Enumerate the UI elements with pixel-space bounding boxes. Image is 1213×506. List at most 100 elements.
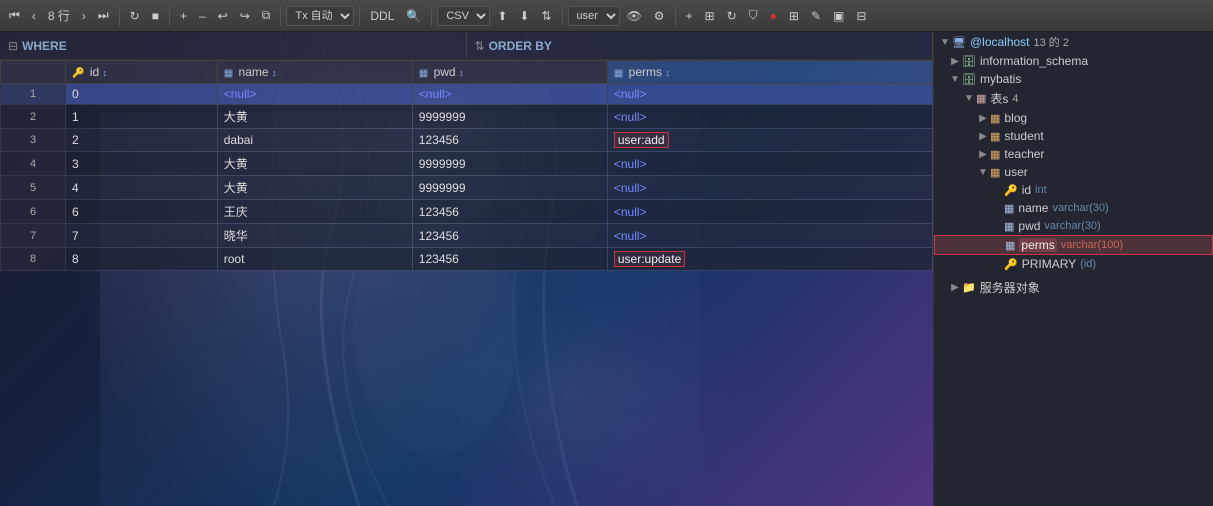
red-dot-button[interactable]: ● [765,7,782,25]
tree-col-name[interactable]: ▦ name varchar(30) [934,199,1213,217]
row-name-cell[interactable]: 晓华 [217,224,412,248]
col-pwd-label: pwd [434,65,456,79]
add-row-button[interactable]: + [175,7,192,25]
refresh3-button[interactable]: ↻ [722,7,742,25]
row-name-cell[interactable]: 大黄 [217,176,412,200]
row-pwd-cell[interactable]: 9999999 [412,105,607,129]
refresh-button[interactable]: ↻ [125,7,145,25]
row-id-cell[interactable]: 7 [66,224,218,248]
row-pwd-cell[interactable]: 123456 [412,248,607,271]
row-perms-cell[interactable]: <null> [607,176,932,200]
col-header-pwd[interactable]: ▦ pwd ↕ [412,61,607,84]
export-up-button[interactable]: ⬆ [492,7,512,25]
table-row[interactable]: 10<null><null><null> [1,84,933,105]
tree-teacher[interactable]: ▶ ▦ teacher [934,145,1213,163]
row-perms-cell[interactable]: <null> [607,200,932,224]
copy-button[interactable]: ⧉ [257,6,276,25]
tree-user[interactable]: ▼ ▦ user [934,163,1213,181]
row-id-cell[interactable]: 4 [66,176,218,200]
bookmark-button[interactable]: ⛉ [744,6,763,25]
table-row[interactable]: 32dabai123456user:add [1,129,933,152]
row-id-cell[interactable]: 3 [66,152,218,176]
row-pwd-cell[interactable]: 123456 [412,224,607,248]
tree-student[interactable]: ▶ ▦ student [934,127,1213,145]
is-toggle[interactable]: ▶ [948,56,962,67]
tree-mybatis[interactable]: ▼ 🗄 mybatis [934,70,1213,88]
stop-button[interactable]: ■ [147,7,164,25]
tx-dropdown[interactable]: Tx 自动 [286,6,354,26]
delete-row-button[interactable]: – [194,7,211,25]
row-id-cell[interactable]: 2 [66,129,218,152]
nav-next-button[interactable]: › [77,7,91,25]
row-perms-cell[interactable]: user:add [607,129,932,152]
undo-button[interactable]: ↩ [213,7,233,25]
data-table-container[interactable]: 🔑 id ↕ ▦ name ↕ ▦ pwd ↕ [0,60,933,506]
mybatis-toggle[interactable]: ▼ [948,74,962,85]
filter3-button[interactable]: ⊟ [851,7,871,25]
row-name-cell[interactable]: 王庆 [217,200,412,224]
row-name-cell[interactable]: <null> [217,84,412,105]
blog-toggle[interactable]: ▶ [976,113,990,124]
row-name-cell[interactable]: root [217,248,412,271]
nav-prev-button[interactable]: ‹ [27,7,41,25]
row-id-cell[interactable]: 0 [66,84,218,105]
row-id-cell[interactable]: 1 [66,105,218,129]
col-header-perms[interactable]: ▦ perms ↕ [607,61,932,84]
row-perms-cell[interactable]: <null> [607,152,932,176]
tables-toggle[interactable]: ▼ [962,93,976,104]
settings-button[interactable]: ⚙ [649,7,670,25]
table-row[interactable]: 21大黄9999999<null> [1,105,933,129]
row-perms-cell[interactable]: <null> [607,224,932,248]
tree-blog[interactable]: ▶ ▦ blog [934,109,1213,127]
user-toggle[interactable]: ▼ [976,167,990,178]
table-row[interactable]: 88root123456user:update [1,248,933,271]
row-pwd-cell[interactable]: 123456 [412,200,607,224]
csv-dropdown[interactable]: CSV [437,6,490,26]
filter-btn[interactable]: ⇅ [536,7,556,25]
plus2-button[interactable]: + [681,7,698,25]
eye-button[interactable]: 👁 [622,7,647,25]
image-button[interactable]: ▣ [828,7,849,25]
tree-tables-group[interactable]: ▼ ▦ 表s 4 [934,88,1213,109]
tree-col-pwd[interactable]: ▦ pwd varchar(30) [934,217,1213,235]
export-down-button[interactable]: ⬇ [514,7,534,25]
tree-host[interactable]: ▼ 🖥 @localhost 13 的 2 [934,32,1213,52]
tree-server-objects[interactable]: ▶ 📁 服务器对象 [934,277,1213,298]
table-row[interactable]: 54大黄9999999<null> [1,176,933,200]
table-row[interactable]: 43大黄9999999<null> [1,152,933,176]
tree-col-id[interactable]: 🔑 id int [934,181,1213,199]
row-name-cell[interactable]: 大黄 [217,152,412,176]
row-id-cell[interactable]: 8 [66,248,218,271]
ddl-button[interactable]: DDL [365,7,399,25]
row-perms-cell[interactable]: user:update [607,248,932,271]
table-row[interactable]: 66王庆123456<null> [1,200,933,224]
server-toggle[interactable]: ▶ [948,282,962,293]
nav-last-button[interactable]: ⏭ [93,6,114,25]
nav-first-button[interactable]: ⏮ [4,6,25,25]
row-pwd-cell[interactable]: <null> [412,84,607,105]
tree-information-schema[interactable]: ▶ 🗄 information_schema [934,52,1213,70]
row-name-cell[interactable]: dabai [217,129,412,152]
row-perms-cell[interactable]: <null> [607,105,932,129]
row-id-cell[interactable]: 6 [66,200,218,224]
col-header-id[interactable]: 🔑 id ↕ [66,61,218,84]
teacher-toggle[interactable]: ▶ [976,149,990,160]
row-pwd-cell[interactable]: 9999999 [412,152,607,176]
tree-col-perms[interactable]: ▦ perms varchar(100) [934,235,1213,255]
table-row[interactable]: 77晓华123456<null> [1,224,933,248]
row-pwd-cell[interactable]: 9999999 [412,176,607,200]
redo-button[interactable]: ↪ [235,7,255,25]
edit-button[interactable]: ✎ [806,7,826,25]
col-header-name[interactable]: ▦ name ↕ [217,61,412,84]
row-perms-cell[interactable]: <null> [607,84,932,105]
user-dropdown[interactable]: user [568,6,620,26]
row-name-cell[interactable]: 大黄 [217,105,412,129]
clone-button[interactable]: ⊞ [700,7,720,25]
search-button[interactable]: 🔍 [401,7,426,25]
row-pwd-cell[interactable]: 123456 [412,129,607,152]
table2-button[interactable]: ⊞ [784,7,804,25]
tree-col-primary[interactable]: 🔑 PRIMARY (id) [934,255,1213,273]
student-toggle[interactable]: ▶ [976,131,990,142]
col-header-rownum[interactable] [1,61,66,84]
host-toggle[interactable]: ▼ [938,37,952,48]
